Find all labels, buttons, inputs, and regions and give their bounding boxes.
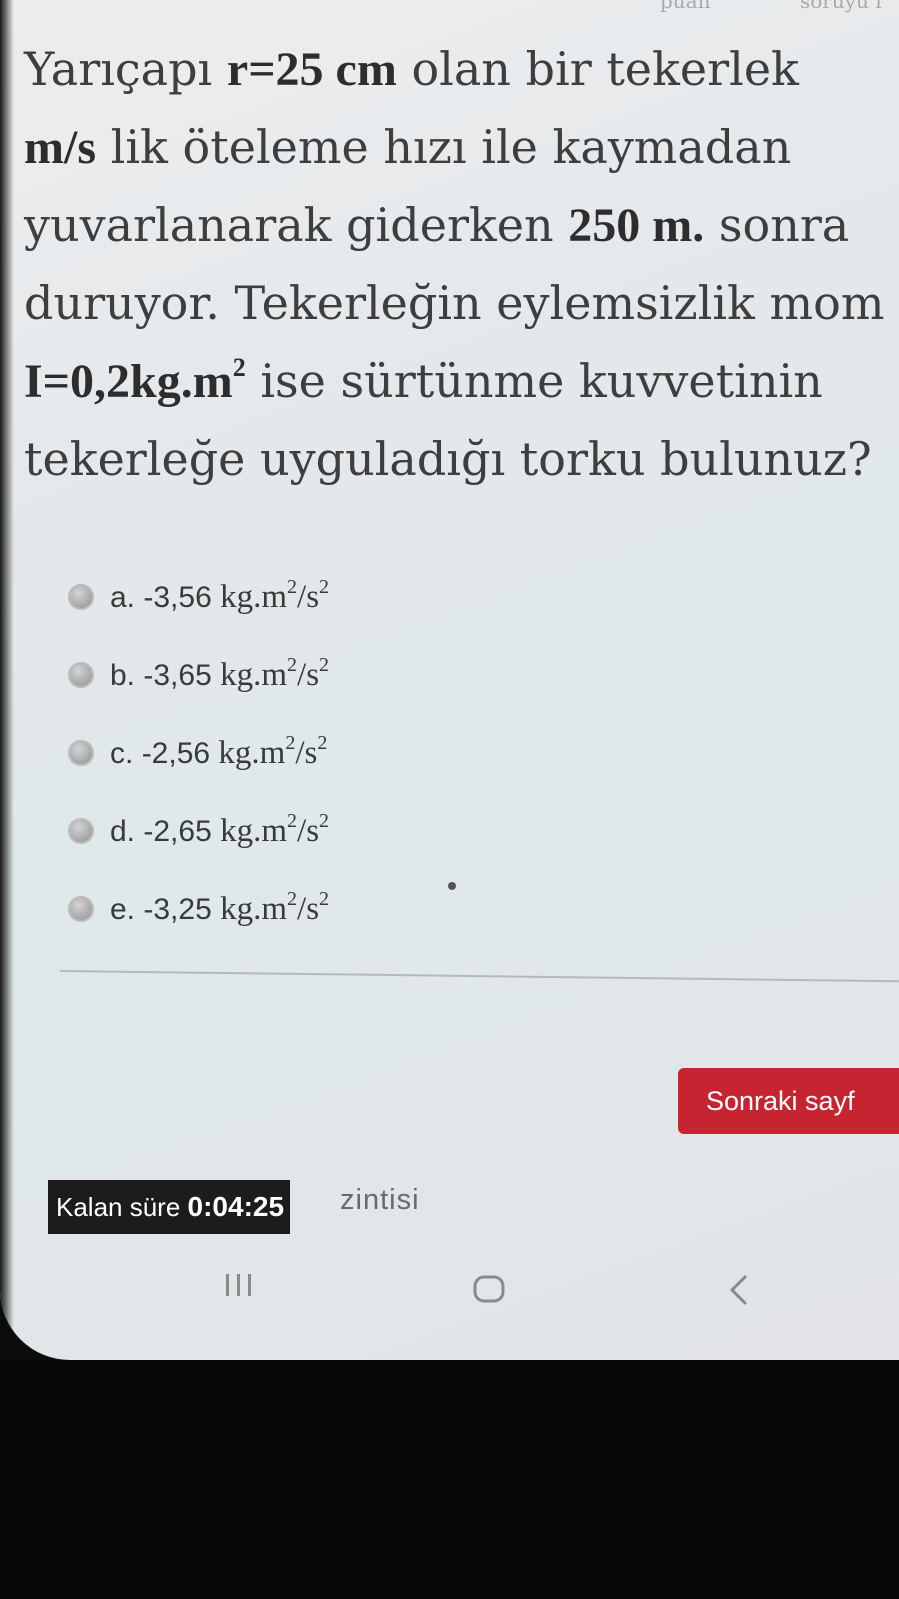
touch-cursor-dot	[448, 882, 456, 890]
question-line-6: tekerleğe uyguladığı torku bulunuz?	[24, 432, 872, 486]
distance-value: 250 m.	[568, 199, 705, 252]
option-unit: kg.m2/s2	[220, 653, 330, 693]
question-line-2-b: lik öteleme hızı ile kaymadan	[96, 120, 792, 174]
option-letter: d.	[110, 814, 136, 848]
unit-exp-2: 2	[317, 731, 328, 754]
unit-base: kg.m	[220, 656, 288, 693]
timer-label: Kalan süre	[56, 1192, 188, 1222]
unit-base: kg.m	[220, 812, 288, 849]
phone-bezel-edge	[0, 0, 14, 1360]
option-value: -2,65	[143, 814, 212, 848]
option-e-label[interactable]: e. -3,25 kg.m2/s2	[110, 887, 330, 928]
points-fragment: puan	[660, 0, 711, 13]
question-line-3-a: yuvarlanarak giderken	[24, 198, 569, 252]
back-icon[interactable]	[724, 1270, 754, 1310]
obscured-link-text[interactable]: zintisi	[340, 1184, 420, 1217]
question-line-1: Yarıçapı r=25 cm olan bir tekerlek	[24, 30, 899, 108]
option-unit: kg.m2/s2	[220, 575, 330, 615]
option-d[interactable]: d. -2,65 kg.m2/s2	[68, 792, 768, 870]
radio-b[interactable]	[68, 662, 94, 688]
section-divider	[59, 970, 899, 983]
question-fragment: soruyu i	[800, 0, 882, 13]
top-strip: puan soruyu i	[20, 0, 899, 22]
unit-per: /s	[297, 578, 320, 615]
option-e[interactable]: e. -3,25 kg.m2/s2	[68, 870, 768, 948]
radius-value: r=25 cm	[226, 43, 397, 96]
option-value: -3,65	[143, 658, 212, 692]
unit-exp-2: 2	[319, 809, 330, 832]
question-line-5: I=0,2kg.m2 ise sürtünme kuvvetinin	[24, 342, 899, 420]
option-letter: e.	[110, 892, 136, 926]
option-unit: kg.m2/s2	[218, 731, 328, 771]
option-b-label[interactable]: b. -3,65 kg.m2/s2	[110, 653, 330, 694]
question-line-5-b: ise sürtünme kuvvetinin	[245, 354, 823, 408]
unit-exp-1: 2	[287, 809, 298, 832]
option-letter: b.	[110, 658, 136, 692]
unit-exp-2: 2	[319, 887, 330, 910]
unit-exp-2: 2	[319, 575, 330, 598]
system-navigation-bar	[0, 1250, 899, 1330]
question-line-1-c: olan bir tekerlek	[396, 42, 799, 96]
inertia-text: I=0,2kg.m	[24, 355, 233, 408]
question-line-3: yuvarlanarak giderken 250 m. sonra	[24, 186, 899, 264]
inertia-value: I=0,2kg.m2	[24, 353, 246, 409]
option-unit: kg.m2/s2	[220, 809, 330, 849]
option-value: -2,56	[141, 736, 211, 770]
unit-per: /s	[297, 812, 320, 849]
home-icon[interactable]	[472, 1272, 506, 1306]
answer-options: a. -3,56 kg.m2/s2 b. -3,65 kg.m2/s2 c. -…	[68, 558, 768, 948]
unit-exp-1: 2	[287, 887, 298, 910]
unit-per: /s	[295, 734, 318, 771]
option-c[interactable]: c. -2,56 kg.m2/s2	[68, 714, 768, 792]
radio-d[interactable]	[68, 818, 94, 844]
option-a-label[interactable]: a. -3,56 kg.m2/s2	[110, 575, 330, 616]
question-line-1-a: Yarıçapı	[24, 42, 227, 96]
radio-c[interactable]	[68, 740, 94, 766]
phone-screen: puan soruyu i Yarıçapı r=25 cm olan bir …	[0, 0, 899, 1360]
unit-per: /s	[297, 890, 320, 927]
option-value: -3,56	[143, 580, 212, 614]
question-line-2: m/s lik öteleme hızı ile kaymadan	[24, 108, 899, 186]
remaining-time-badge: Kalan süre 0:04:25	[48, 1180, 291, 1234]
phone-bezel-bottom	[0, 1360, 899, 1599]
question-line-4: duruyor. Tekerleğin eylemsizlik mom	[24, 276, 885, 330]
inertia-exponent: 2	[232, 353, 246, 382]
option-value: -3,25	[143, 892, 212, 926]
question-line-3-c: sonra	[704, 198, 850, 252]
unit-base: kg.m	[220, 890, 288, 927]
unit-exp-1: 2	[285, 731, 296, 754]
question-text: Yarıçapı r=25 cm olan bir tekerlek m/s l…	[24, 30, 899, 498]
radio-e[interactable]	[68, 896, 94, 922]
unit-exp-2: 2	[319, 653, 330, 676]
next-page-button[interactable]: Sonraki sayf	[678, 1068, 899, 1134]
unit-per: /s	[297, 656, 320, 693]
unit-exp-1: 2	[287, 575, 298, 598]
option-a[interactable]: a. -3,56 kg.m2/s2	[68, 558, 768, 636]
timer-value: 0:04:25	[187, 1191, 285, 1222]
option-b[interactable]: b. -3,65 kg.m2/s2	[68, 636, 768, 714]
option-unit: kg.m2/s2	[220, 887, 330, 927]
option-letter: c.	[110, 736, 134, 770]
option-letter: a.	[110, 580, 136, 614]
recent-apps-icon[interactable]	[222, 1270, 256, 1300]
unit-exp-1: 2	[287, 653, 298, 676]
speed-unit: m/s	[24, 121, 96, 174]
radio-a[interactable]	[68, 584, 94, 610]
option-d-label[interactable]: d. -2,65 kg.m2/s2	[110, 809, 330, 850]
unit-base: kg.m	[220, 578, 288, 615]
unit-base: kg.m	[218, 734, 286, 771]
option-c-label[interactable]: c. -2,56 kg.m2/s2	[110, 731, 328, 772]
